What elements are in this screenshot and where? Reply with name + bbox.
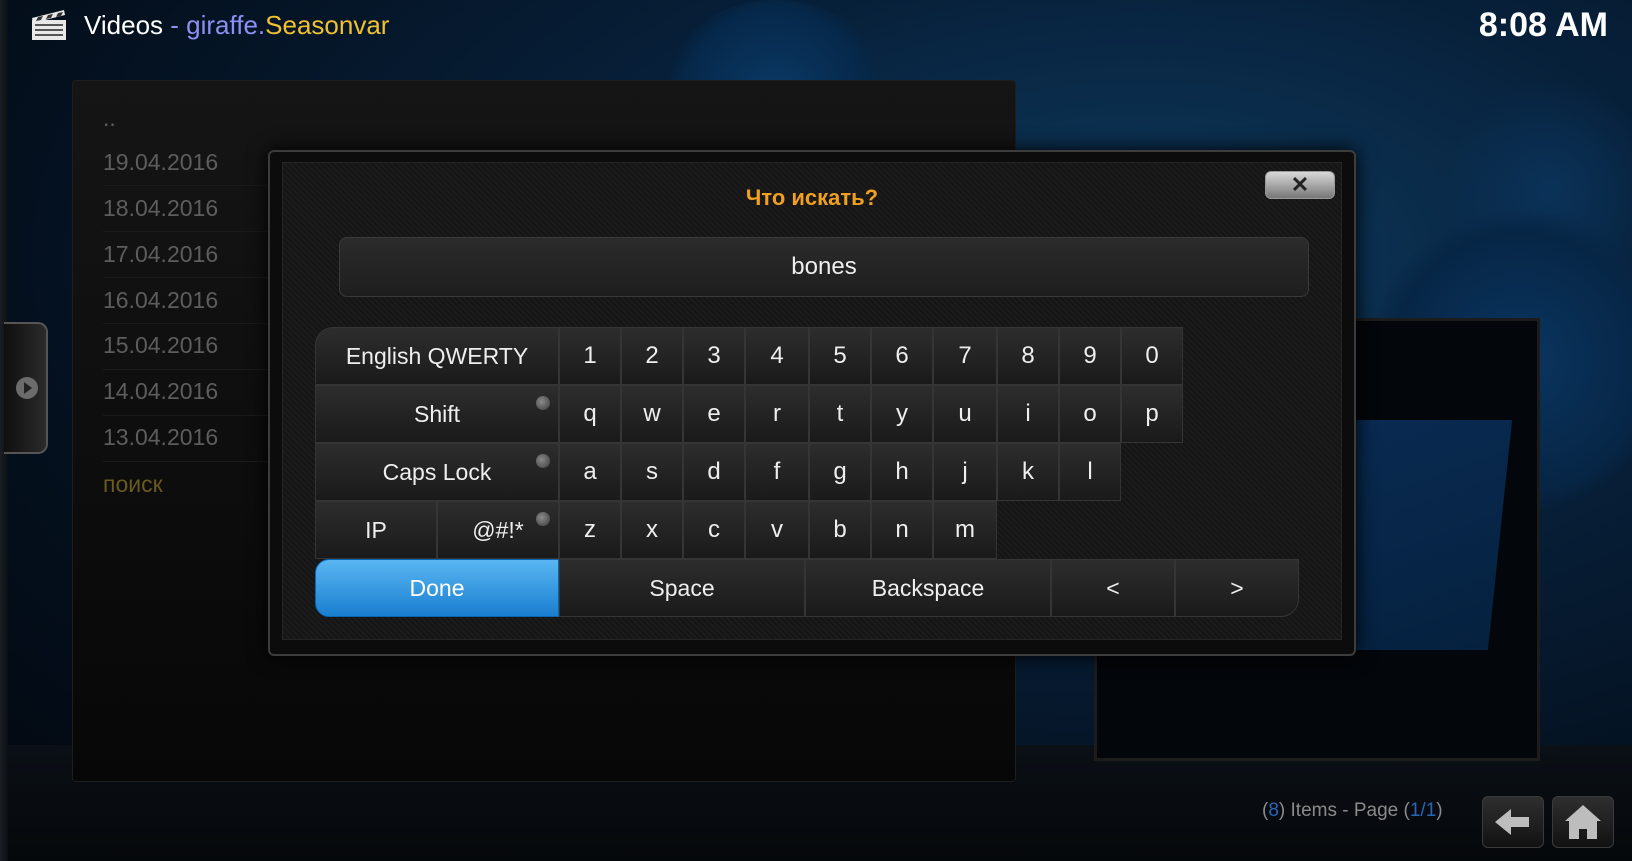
- title-separator: -: [163, 10, 187, 40]
- key-w[interactable]: w: [621, 385, 683, 443]
- symbols-indicator-icon: [536, 512, 550, 526]
- list-item[interactable]: 17.04.2016: [103, 241, 218, 268]
- dialog-heading: Что искать?: [745, 185, 879, 210]
- shift-key[interactable]: Shift: [315, 385, 559, 443]
- cursor-left-key[interactable]: <: [1051, 559, 1175, 617]
- close-button[interactable]: ✕: [1265, 171, 1335, 199]
- key-i[interactable]: i: [997, 385, 1059, 443]
- backspace-key[interactable]: Backspace: [805, 559, 1051, 617]
- key-a[interactable]: a: [559, 443, 621, 501]
- key-r[interactable]: r: [745, 385, 809, 443]
- key-z[interactable]: z: [559, 501, 621, 559]
- ip-key[interactable]: IP: [315, 501, 437, 559]
- item-count: 8: [1268, 800, 1279, 821]
- key-2[interactable]: 2: [621, 327, 683, 385]
- key-x[interactable]: x: [621, 501, 683, 559]
- key-0[interactable]: 0: [1121, 327, 1183, 385]
- item-count-status: (8) Items - Page (1/1): [1262, 800, 1443, 822]
- window-title: Videos - giraffe.Seasonvar: [84, 10, 389, 41]
- page-total: 1: [1425, 800, 1437, 821]
- shift-indicator-icon: [536, 396, 550, 410]
- list-item[interactable]: 13.04.2016: [103, 424, 218, 451]
- home-icon: [1565, 805, 1601, 839]
- items-page-label: ) Items - Page (: [1278, 800, 1410, 821]
- close-icon: ✕: [1290, 172, 1310, 197]
- plugin-name-part1: giraffe.: [186, 10, 266, 40]
- key-8[interactable]: 8: [997, 327, 1059, 385]
- key-o[interactable]: o: [1059, 385, 1121, 443]
- clock: 8:08 AM: [1478, 6, 1608, 44]
- key-5[interactable]: 5: [809, 327, 871, 385]
- cursor-right-key[interactable]: >: [1175, 559, 1299, 617]
- key-4[interactable]: 4: [745, 327, 809, 385]
- key-j[interactable]: j: [933, 443, 997, 501]
- key-m[interactable]: m: [933, 501, 997, 559]
- section-title: Videos: [84, 10, 164, 40]
- dialog-body: Что искать? ✕ bones English QWERTY 1 2 3…: [282, 162, 1342, 640]
- list-item-search[interactable]: поиск: [103, 471, 163, 498]
- key-7[interactable]: 7: [933, 327, 997, 385]
- home-button[interactable]: [1552, 796, 1614, 848]
- done-button[interactable]: Done: [315, 559, 559, 617]
- virtual-keyboard-dialog: Что искать? ✕ bones English QWERTY 1 2 3…: [268, 150, 1356, 656]
- page-current: 1: [1409, 800, 1421, 821]
- list-item-parent[interactable]: ..: [103, 105, 116, 132]
- shift-key-label: Shift: [413, 401, 461, 427]
- back-arrow-icon: [1495, 809, 1529, 835]
- caps-lock-indicator-icon: [536, 454, 550, 468]
- list-item[interactable]: 16.04.2016: [103, 287, 218, 314]
- key-6[interactable]: 6: [871, 327, 933, 385]
- key-v[interactable]: v: [745, 501, 809, 559]
- key-b[interactable]: b: [809, 501, 871, 559]
- key-d[interactable]: d: [683, 443, 745, 501]
- header: Videos - giraffe.Seasonvar 8:08 AM: [0, 0, 1632, 52]
- key-c[interactable]: c: [683, 501, 745, 559]
- play-arrow-icon: [16, 377, 38, 399]
- key-3[interactable]: 3: [683, 327, 745, 385]
- list-item[interactable]: 15.04.2016: [103, 332, 218, 359]
- key-9[interactable]: 9: [1059, 327, 1121, 385]
- key-k[interactable]: k: [997, 443, 1059, 501]
- key-g[interactable]: g: [809, 443, 871, 501]
- plugin-name-part2: Seasonvar: [265, 10, 390, 40]
- back-button[interactable]: [1482, 796, 1544, 848]
- keyboard-layout-button[interactable]: English QWERTY: [315, 327, 559, 385]
- list-item[interactable]: 14.04.2016: [103, 378, 218, 405]
- symbols-key[interactable]: @#!*: [437, 501, 559, 559]
- paren-close: ): [1436, 800, 1443, 821]
- list-item[interactable]: 18.04.2016: [103, 195, 218, 222]
- key-f[interactable]: f: [745, 443, 809, 501]
- caps-lock-key-label: Caps Lock: [382, 459, 492, 485]
- key-y[interactable]: y: [871, 385, 933, 443]
- side-menu-tab[interactable]: [4, 322, 48, 454]
- key-p[interactable]: p: [1121, 385, 1183, 443]
- key-t[interactable]: t: [809, 385, 871, 443]
- key-1[interactable]: 1: [559, 327, 621, 385]
- search-input[interactable]: bones: [339, 237, 1309, 297]
- key-u[interactable]: u: [933, 385, 997, 443]
- symbols-key-label: @#!*: [472, 517, 524, 543]
- space-key[interactable]: Space: [559, 559, 805, 617]
- key-l[interactable]: l: [1059, 443, 1121, 501]
- key-n[interactable]: n: [871, 501, 933, 559]
- key-h[interactable]: h: [871, 443, 933, 501]
- list-item[interactable]: 19.04.2016: [103, 149, 218, 176]
- key-s[interactable]: s: [621, 443, 683, 501]
- clapperboard-icon: [32, 10, 66, 40]
- key-q[interactable]: q: [559, 385, 621, 443]
- caps-lock-key[interactable]: Caps Lock: [315, 443, 559, 501]
- key-e[interactable]: e: [683, 385, 745, 443]
